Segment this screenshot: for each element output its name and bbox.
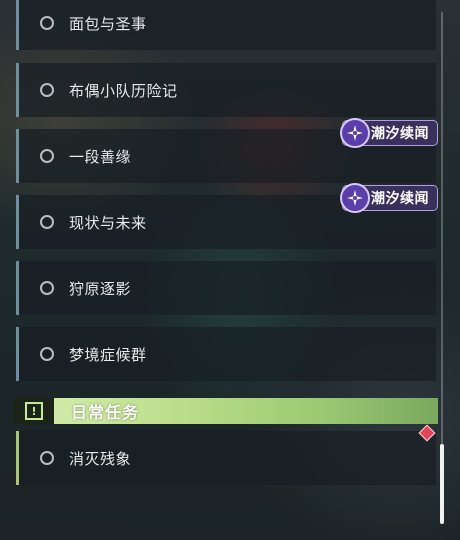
radio-circle-icon	[40, 281, 54, 295]
radio-circle-icon	[40, 16, 54, 30]
sparkle-icon	[340, 118, 370, 148]
quest-row-5[interactable]: 梦境症候群	[16, 327, 436, 381]
quest-row-1[interactable]: 布偶小队历险记	[16, 63, 436, 117]
daily-quest-row-0[interactable]: 消灭残象	[16, 431, 436, 485]
quest-label: 狩原逐影	[69, 279, 132, 298]
radio-circle-icon	[40, 451, 54, 465]
radio-circle-icon	[40, 347, 54, 361]
story-badge: 潮汐续闻	[340, 118, 438, 148]
daily-quests-header[interactable]: ! 日常任务	[14, 398, 438, 424]
badge-label: 潮汐续闻	[371, 126, 429, 142]
sparkle-icon	[340, 183, 370, 213]
quest-label: 一段善缘	[69, 147, 132, 166]
quest-label: 布偶小队历险记	[69, 81, 178, 100]
exclamation-icon: !	[25, 402, 43, 420]
badge-label: 潮汐续闻	[371, 191, 429, 207]
section-title: 日常任务	[71, 403, 140, 422]
quest-label: 消灭残象	[69, 449, 132, 468]
quest-label: 现状与未来	[69, 213, 147, 232]
section-icon-box: !	[14, 398, 54, 424]
radio-circle-icon	[40, 215, 54, 229]
quest-label: 面包与圣事	[69, 14, 147, 33]
quest-row-4[interactable]: 狩原逐影	[16, 261, 436, 315]
radio-circle-icon	[40, 149, 54, 163]
scrollbar-thumb[interactable]	[440, 444, 444, 524]
radio-circle-icon	[40, 83, 54, 97]
quest-row-0[interactable]: 面包与圣事	[16, 0, 436, 50]
quest-label: 梦境症候群	[69, 345, 147, 364]
story-badge: 潮汐续闻	[340, 183, 438, 213]
